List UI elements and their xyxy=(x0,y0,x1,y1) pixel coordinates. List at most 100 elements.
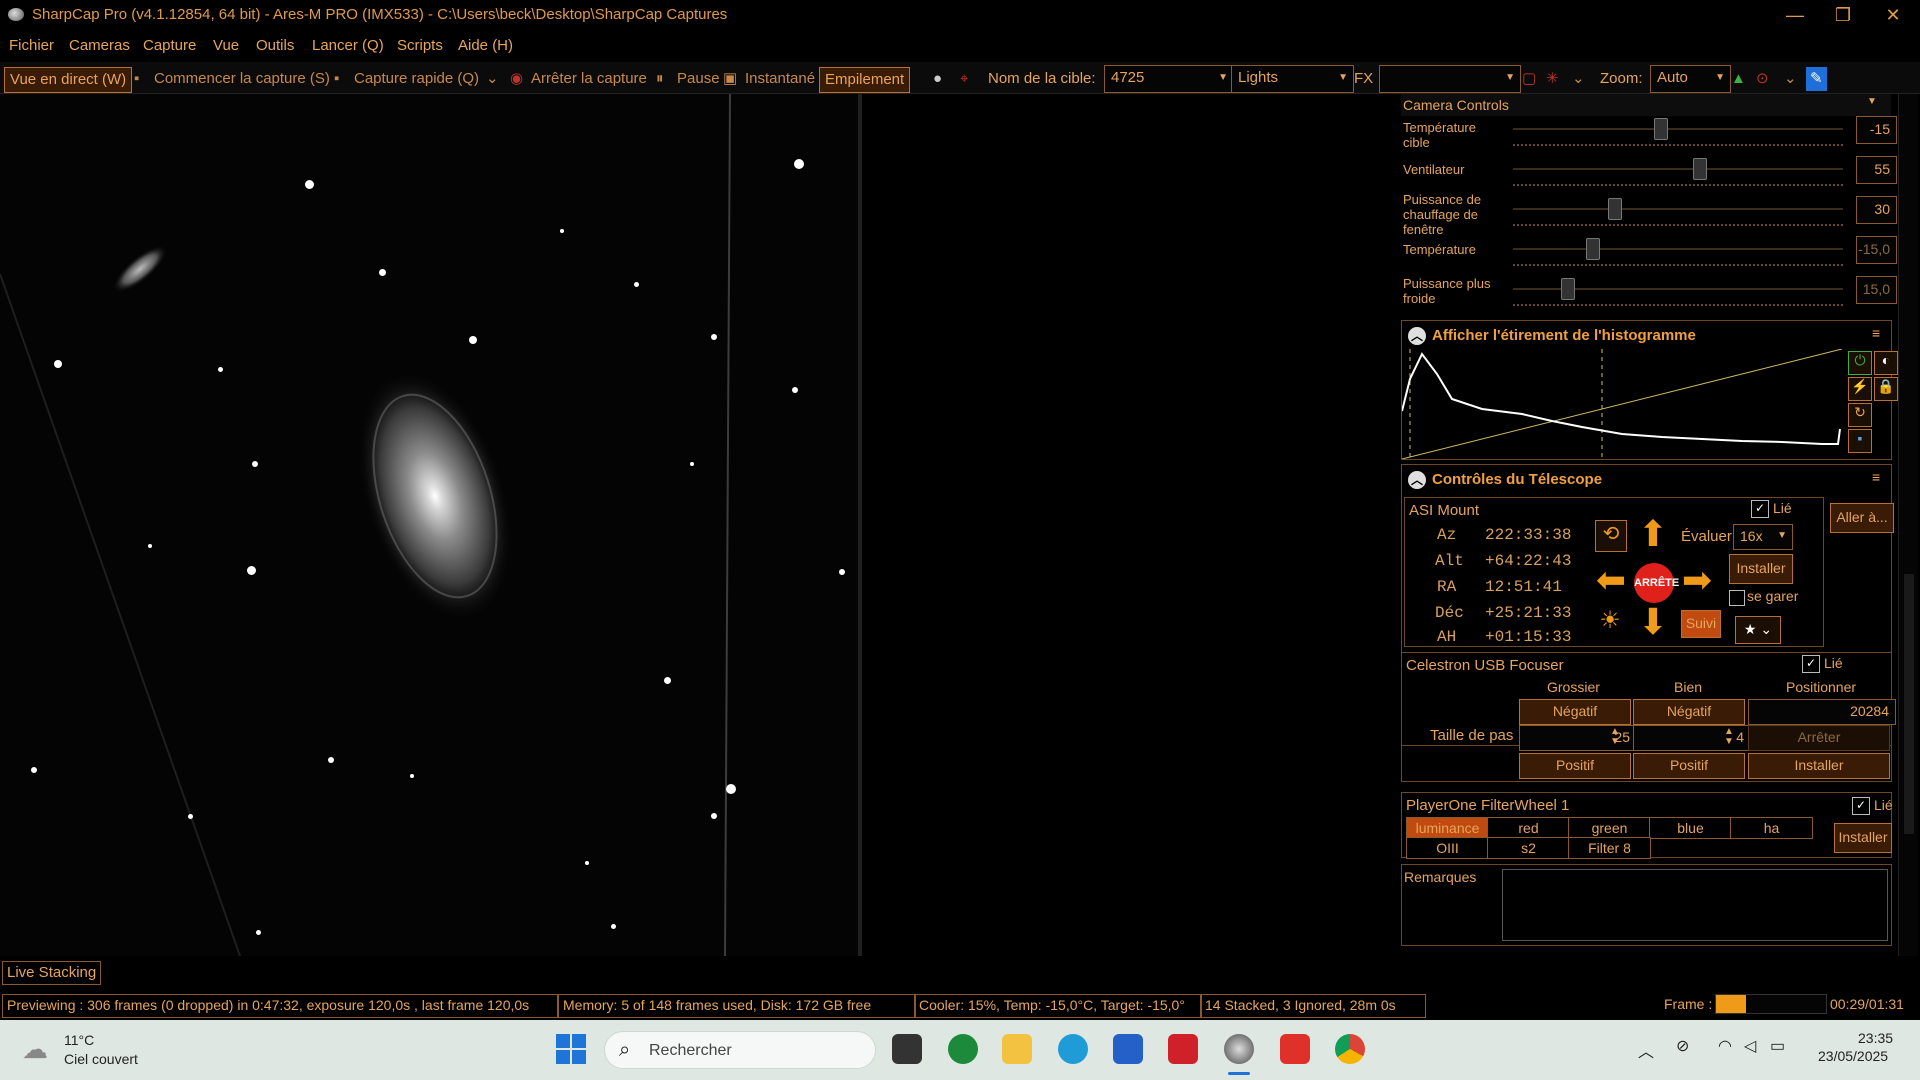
frame-type-select[interactable]: Lights ▼ xyxy=(1231,65,1354,93)
maximize-button[interactable]: ❐ xyxy=(1820,0,1866,30)
camera-controls-header[interactable]: Camera Controls ▼ xyxy=(1401,94,1891,116)
filter-s2[interactable]: s2 xyxy=(1487,837,1570,859)
park-checkbox[interactable] xyxy=(1729,590,1745,606)
weather-temp[interactable]: 11°C xyxy=(64,1032,94,1048)
fan-value[interactable]: 55 xyxy=(1856,156,1897,184)
app-icon[interactable] xyxy=(1280,1034,1310,1064)
right-panel-scrollbar[interactable] xyxy=(1898,94,1918,956)
spinner-icon[interactable]: ▲ ▼ xyxy=(1724,727,1734,747)
app-icon[interactable] xyxy=(948,1034,978,1064)
target-temperature-value[interactable]: -15 xyxy=(1856,116,1897,144)
arrow-up-icon[interactable]: ⬆ xyxy=(1633,516,1673,554)
goto-button[interactable]: Aller à... xyxy=(1830,503,1894,533)
filter-8[interactable]: Filter 8 xyxy=(1568,837,1651,859)
coarse-positive-button[interactable]: Positif xyxy=(1519,753,1631,779)
quick-capture-button[interactable]: Capture rapide (Q) xyxy=(354,67,479,91)
mount-setup-button[interactable]: Installer xyxy=(1729,554,1793,584)
stop-capture-button[interactable]: Arrêter la capture xyxy=(531,67,647,91)
slider-thumb[interactable] xyxy=(1654,118,1668,140)
filter-green[interactable]: green xyxy=(1568,817,1651,839)
fine-positive-button[interactable]: Positif xyxy=(1633,753,1745,779)
chevron-up-icon[interactable]: ︿ xyxy=(1408,471,1426,489)
chevron-down-icon[interactable]: ⌄ xyxy=(1784,67,1797,91)
save-icon[interactable]: ▪ xyxy=(1848,429,1872,453)
arrow-right-icon[interactable]: ➡ xyxy=(1677,562,1717,600)
menu-help[interactable]: Aide (H) xyxy=(458,37,513,54)
snapshot-button[interactable]: Instantané xyxy=(745,67,815,91)
seeing-icon[interactable]: ⊙ xyxy=(1756,67,1769,91)
pause-button[interactable]: Pause xyxy=(677,67,720,91)
menu-capture[interactable]: Capture xyxy=(143,37,196,54)
clock-date[interactable]: 23/05/2025 xyxy=(1818,1048,1888,1064)
volume-icon[interactable]: ◁ xyxy=(1744,1036,1756,1056)
rate-select[interactable]: 16x ▼ xyxy=(1733,524,1793,550)
filterwheel-linked-checkbox[interactable]: ✓ xyxy=(1852,797,1870,815)
contrast-icon[interactable]: ◐ xyxy=(1874,351,1898,375)
battery-icon[interactable]: ▭ xyxy=(1770,1036,1785,1056)
menu-launch[interactable]: Lancer (Q) xyxy=(312,37,384,54)
sphere-icon[interactable]: ● xyxy=(933,67,942,91)
chrome-icon[interactable] xyxy=(1335,1034,1365,1064)
filter-red[interactable]: red xyxy=(1487,817,1570,839)
histogram-chart[interactable] xyxy=(1402,349,1842,459)
zoom-select[interactable]: Auto ▼ xyxy=(1650,65,1731,93)
stop-button[interactable]: ARRÊTE xyxy=(1634,563,1679,603)
scrollbar-thumb[interactable] xyxy=(1904,574,1914,834)
pen-icon[interactable]: ✎ xyxy=(1806,67,1827,91)
image-view[interactable] xyxy=(0,94,862,956)
lightning-icon[interactable]: ⚡ xyxy=(1848,377,1872,401)
focuser-linked-checkbox[interactable]: ✓ xyxy=(1802,655,1820,673)
menu-scripts[interactable]: Scripts xyxy=(397,37,443,54)
weather-icon[interactable]: ☁ xyxy=(22,1034,54,1064)
start-capture-button[interactable]: Commencer la capture (S) xyxy=(154,67,330,91)
spiral-icon[interactable]: ⟲ xyxy=(1595,520,1627,552)
lock-icon[interactable]: 🔒 xyxy=(1874,377,1898,401)
window-heater-value[interactable]: 30 xyxy=(1856,196,1897,224)
target-name-input[interactable]: 4725 ▼ xyxy=(1104,65,1234,93)
fine-negative-button[interactable]: Négatif xyxy=(1633,699,1745,725)
sun-icon[interactable]: ☀ xyxy=(1595,606,1625,636)
spinner-icon[interactable]: ▲ ▼ xyxy=(1610,727,1620,747)
coarse-negative-button[interactable]: Négatif xyxy=(1519,699,1631,725)
taskbar-search[interactable]: ⌕ Rechercher xyxy=(604,1031,876,1069)
minimize-button[interactable]: — xyxy=(1772,0,1818,30)
slider-thumb[interactable] xyxy=(1608,198,1622,220)
filterwheel-setup-button[interactable]: Installer xyxy=(1834,823,1892,853)
position-value[interactable]: 20284 xyxy=(1748,699,1896,725)
clock-time[interactable]: 23:35 xyxy=(1858,1030,1893,1046)
app-icon[interactable] xyxy=(1168,1034,1198,1064)
sharpcap-icon[interactable] xyxy=(1224,1034,1254,1064)
focuser-setup-button[interactable]: Installer xyxy=(1748,753,1890,779)
filter-oiii[interactable]: OIII xyxy=(1406,837,1489,859)
live-stacking-tab[interactable]: Live Stacking xyxy=(2,961,102,985)
menu-tools[interactable]: Outils xyxy=(256,37,294,54)
mount-linked-checkbox[interactable]: ✓ xyxy=(1751,500,1769,518)
notes-textarea[interactable] xyxy=(1502,869,1888,941)
windows-start-icon[interactable] xyxy=(556,1034,586,1064)
window-heater-slider[interactable] xyxy=(1513,208,1843,210)
store-icon[interactable] xyxy=(1113,1034,1143,1064)
slider-thumb[interactable] xyxy=(1693,158,1707,180)
reticle-icon[interactable]: ▢ xyxy=(1522,67,1536,91)
filter-ha[interactable]: ha xyxy=(1730,817,1813,839)
task-view-icon[interactable] xyxy=(892,1034,922,1064)
live-view-button[interactable]: Vue en direct (W) xyxy=(4,67,133,93)
menu-file[interactable]: Fichier xyxy=(9,37,54,54)
tracking-button[interactable]: Suivi xyxy=(1681,610,1721,638)
fan-slider[interactable] xyxy=(1513,168,1843,170)
close-button[interactable]: ✕ xyxy=(1870,0,1916,30)
star-select[interactable]: ★ ⌄ xyxy=(1735,616,1781,644)
chevron-down-icon[interactable]: ⌄ xyxy=(1572,67,1585,91)
menu-icon[interactable]: ≡ xyxy=(1872,469,1880,485)
chevron-up-icon[interactable]: ︿ xyxy=(1408,327,1426,345)
arrow-down-icon[interactable]: ⬇ xyxy=(1633,604,1673,642)
reset-icon[interactable]: ↻ xyxy=(1848,403,1872,427)
menu-view[interactable]: Vue xyxy=(213,37,239,54)
quick-capture-dropdown-icon[interactable]: ⌄ xyxy=(486,67,499,91)
arrow-left-icon[interactable]: ⬅ xyxy=(1591,562,1631,600)
network-off-icon[interactable]: ⊘ xyxy=(1676,1036,1689,1056)
wifi-icon[interactable]: ◠ xyxy=(1718,1036,1732,1056)
menu-icon[interactable]: ≡ xyxy=(1872,325,1880,341)
stacking-button[interactable]: Empilement xyxy=(819,67,911,93)
filter-luminance[interactable]: luminance xyxy=(1406,817,1489,839)
